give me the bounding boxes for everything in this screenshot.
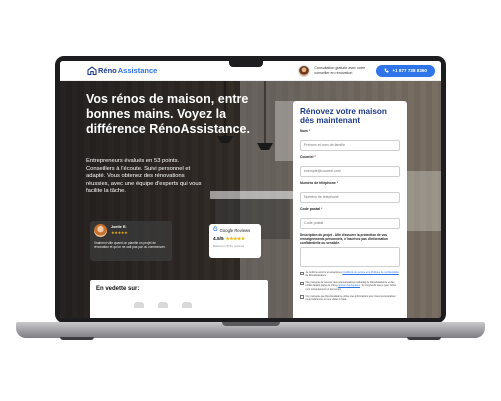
hero-headline: Vos rénos de maison, entre bonnes mains.… xyxy=(86,92,250,136)
google-reviews-title: Google Reviews xyxy=(219,227,251,233)
terms-link[interactable]: Conditions de service et la Politique de… xyxy=(342,271,398,274)
required-mark: * xyxy=(321,207,323,212)
testimonial-card: Joelle R. ★★★★★ Vraiment ville quand on … xyxy=(90,221,172,261)
name-input[interactable] xyxy=(300,139,400,151)
media-logo xyxy=(158,302,168,308)
laptop-opening-lip xyxy=(222,322,280,326)
consent-personalization: Oui, j'accepte que RénoAssistance utilis… xyxy=(300,295,400,301)
phone-number: +1 877 738 8360 xyxy=(392,68,427,73)
renoassistance-logo[interactable]: Réno Assistance xyxy=(87,66,157,75)
logo-text-reno: Réno xyxy=(98,66,117,75)
terms-checkbox[interactable] xyxy=(300,271,304,276)
featured-section: En vedette sur: xyxy=(90,280,268,318)
testimonial-quote: Vraiment ville quand on planifie un proj… xyxy=(94,241,166,250)
lead-form: Rénovez votre maison dès maintenant Nom … xyxy=(293,101,407,318)
email-label: Courriel * xyxy=(300,155,400,159)
google-stars: ★★★★★ xyxy=(225,236,245,241)
consultation-text: Consultation gratuite avec notre conseil… xyxy=(314,66,366,75)
media-logo xyxy=(134,302,144,308)
laptop-mockup: Réno Assistance Consultation gratuite ave… xyxy=(0,0,501,401)
laptop-foot xyxy=(407,337,441,340)
marketing-checkbox[interactable] xyxy=(300,281,304,286)
description-label: Description du projet - Afin d'assurer l… xyxy=(300,233,388,246)
featured-logos xyxy=(96,302,262,308)
required-mark: * xyxy=(308,129,311,134)
terms-text-end: de RénoAssistance. xyxy=(305,274,327,278)
consent-terms: Je confirme avoir lu et accepté les Cond… xyxy=(300,271,400,277)
consent-marketing: Oui, j'accepte de recevoir des communica… xyxy=(300,281,401,291)
required-mark: * xyxy=(336,181,339,186)
phone-button[interactable]: +1 877 738 8360 xyxy=(376,64,435,77)
terms-text: Je confirme avoir lu et accepté les Cond… xyxy=(306,271,401,277)
marketing-text: Oui, j'accepte de recevoir des communica… xyxy=(306,281,401,290)
google-review-count: Based on 870+ reviews xyxy=(213,244,245,248)
name-label-text: Nom xyxy=(300,129,308,134)
advisor-avatar xyxy=(298,64,311,77)
reviewer-stars: ★★★★★ xyxy=(111,230,128,235)
email-label-text: Courriel xyxy=(300,155,314,160)
google-reviews-card: G Google Reviews 4.5/5 ★★★★★ Based on 87… xyxy=(209,224,261,258)
personalization-checkbox[interactable] xyxy=(300,295,304,299)
form-title: Rénovez votre maison dès maintenant xyxy=(300,107,387,126)
phone-icon xyxy=(384,68,389,73)
media-logo xyxy=(182,302,192,308)
name-label: Nom * xyxy=(300,129,400,133)
personalization-text: Oui, j'accepte que RénoAssistance utilis… xyxy=(306,295,401,301)
personalization-text-start: Oui, j'accepte que RénoAssistance utilis… xyxy=(305,294,396,301)
hero-subtext: Entrepreneurs évalués en 53 points. Cons… xyxy=(86,158,202,195)
phone-input[interactable] xyxy=(300,191,400,203)
camera-notch xyxy=(229,61,263,67)
postal-code-input[interactable] xyxy=(300,217,400,229)
house-logo-icon xyxy=(87,66,97,75)
phone-label-text: Numéro de téléphone xyxy=(300,181,336,186)
header-contact: Consultation gratuite avec notre conseil… xyxy=(298,64,435,77)
logo-text-assistance: Assistance xyxy=(117,66,158,75)
postal-code-label: Code postal * xyxy=(300,207,400,211)
google-score: 4.5/5 xyxy=(213,236,224,242)
description-textarea[interactable] xyxy=(300,247,400,268)
laptop-foot xyxy=(60,337,94,340)
postal-code-label-text: Code postal xyxy=(300,207,321,212)
featured-title: En vedette sur: xyxy=(96,286,140,292)
reviewer-avatar xyxy=(94,224,107,237)
google-g-icon: G xyxy=(213,227,218,233)
laptop-screen: Réno Assistance Consultation gratuite ave… xyxy=(60,61,441,318)
phone-label: Numéro de téléphone * xyxy=(300,181,400,185)
required-mark: * xyxy=(314,155,316,160)
email-input[interactable] xyxy=(300,165,400,177)
reviewer-name: Joelle R. xyxy=(111,225,127,229)
